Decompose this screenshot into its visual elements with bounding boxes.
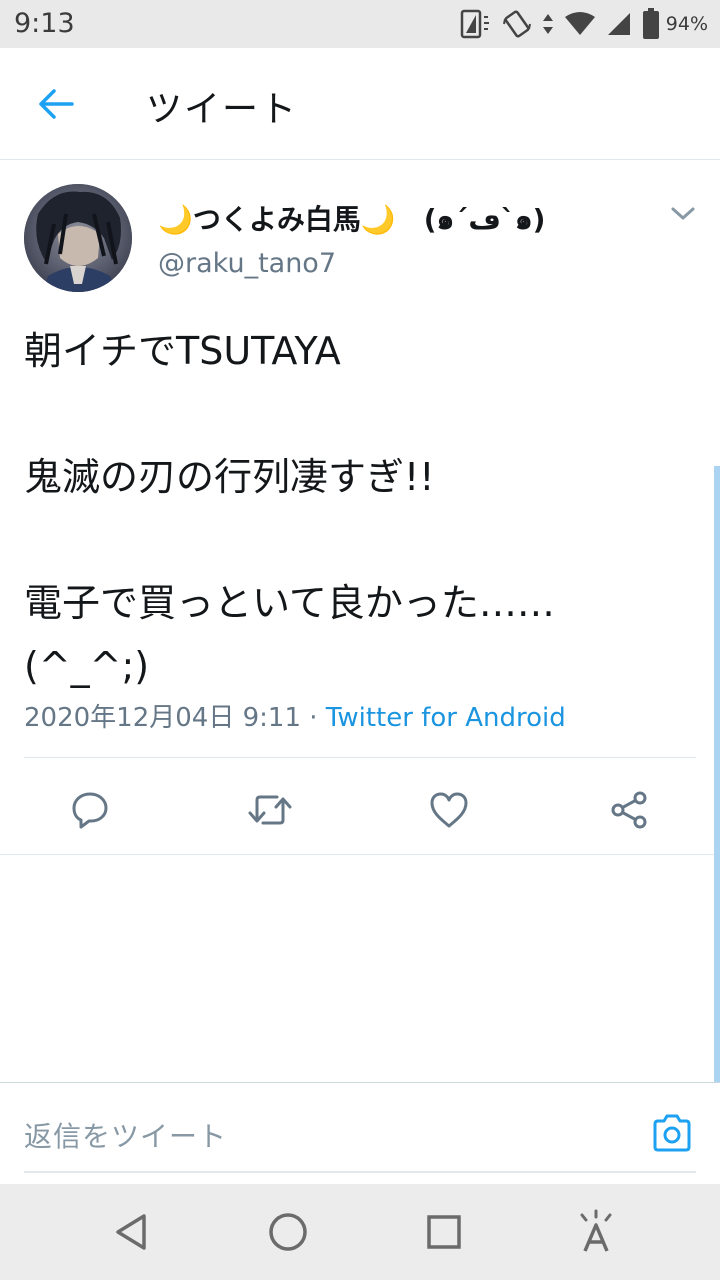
tweet-text: 朝イチでTSUTAYA 鬼滅の刃の行列凄すぎ!! 電子で買っといて良かった…… … xyxy=(24,320,694,698)
user-handle[interactable]: @raku_tano7 xyxy=(158,248,336,279)
tweet-text-line: 朝イチでTSUTAYA xyxy=(24,329,341,373)
camera-button[interactable] xyxy=(648,1109,696,1157)
like-button[interactable] xyxy=(421,782,477,838)
reply-input[interactable]: 返信をツイート xyxy=(24,1095,696,1173)
tweet-options-button[interactable] xyxy=(668,202,698,226)
reply-placeholder: 返信をツイート xyxy=(24,1120,228,1153)
divider xyxy=(24,757,696,758)
divider xyxy=(0,854,720,855)
battery-percent: 94% xyxy=(665,13,708,35)
tweet-timestamp: 2020年12月04日 9:11 xyxy=(24,703,301,733)
status-time: 9:13 xyxy=(14,8,75,39)
chevron-down-icon xyxy=(671,207,695,220)
battery-icon xyxy=(642,8,659,39)
retweet-button[interactable] xyxy=(242,782,298,838)
accessibility-icon xyxy=(580,1209,612,1252)
home-circle-icon xyxy=(269,1213,307,1251)
scrollbar[interactable] xyxy=(714,466,720,1082)
vibrate-icon xyxy=(502,10,531,38)
retweet-icon xyxy=(248,795,292,825)
system-nav-bar xyxy=(0,1184,720,1280)
back-arrow-icon xyxy=(39,89,74,119)
wifi-icon xyxy=(564,12,595,35)
screen-rotate-icon xyxy=(460,9,489,39)
tweet-text-line: (^_^;) xyxy=(24,644,150,688)
tweet-text-line: 電子で買っといて良かった…… xyxy=(24,581,555,625)
app-header: ツイート xyxy=(0,48,720,160)
recents-square-icon xyxy=(427,1215,461,1249)
tweet-text-line: 鬼滅の刃の行列凄すぎ!! xyxy=(24,455,435,499)
meta-separator: · xyxy=(301,703,326,733)
page-title: ツイート xyxy=(146,89,299,130)
cell-signal-icon xyxy=(607,13,630,35)
reply-bar: 返信をツイート xyxy=(0,1082,720,1185)
nav-accessibility-button[interactable] xyxy=(568,1204,624,1260)
nav-home-button[interactable] xyxy=(260,1204,316,1260)
back-button[interactable] xyxy=(30,78,82,130)
reply-button[interactable] xyxy=(62,782,118,838)
share-icon xyxy=(611,791,647,829)
tweet-actions xyxy=(0,766,720,854)
avatar-image xyxy=(24,184,132,292)
tweet-meta: 2020年12月04日 9:11 · Twitter for Android xyxy=(24,697,566,734)
status-bar: 9:13 94% xyxy=(0,0,720,48)
nav-recents-button[interactable] xyxy=(416,1204,472,1260)
avatar[interactable] xyxy=(24,184,132,292)
display-name[interactable]: 🌙つくよみ白馬🌙 (๑´ڡ`๑) xyxy=(158,198,545,242)
tweet-source-link[interactable]: Twitter for Android xyxy=(326,703,566,733)
share-button[interactable] xyxy=(601,782,657,838)
back-triangle-icon xyxy=(116,1214,146,1250)
camera-icon xyxy=(653,1114,691,1152)
status-icons: 94% xyxy=(458,6,708,42)
nav-back-button[interactable] xyxy=(104,1204,160,1260)
data-arrows-icon xyxy=(542,14,553,34)
tweet-text-line xyxy=(24,509,694,572)
like-icon xyxy=(430,792,468,828)
reply-icon xyxy=(72,792,108,829)
tweet-detail-screen: 9:13 94% ツイート 🌙つくよみ白馬🌙 (๑´ڡ`๑) @raku_tan… xyxy=(0,0,720,1280)
tweet-text-line xyxy=(24,383,694,446)
